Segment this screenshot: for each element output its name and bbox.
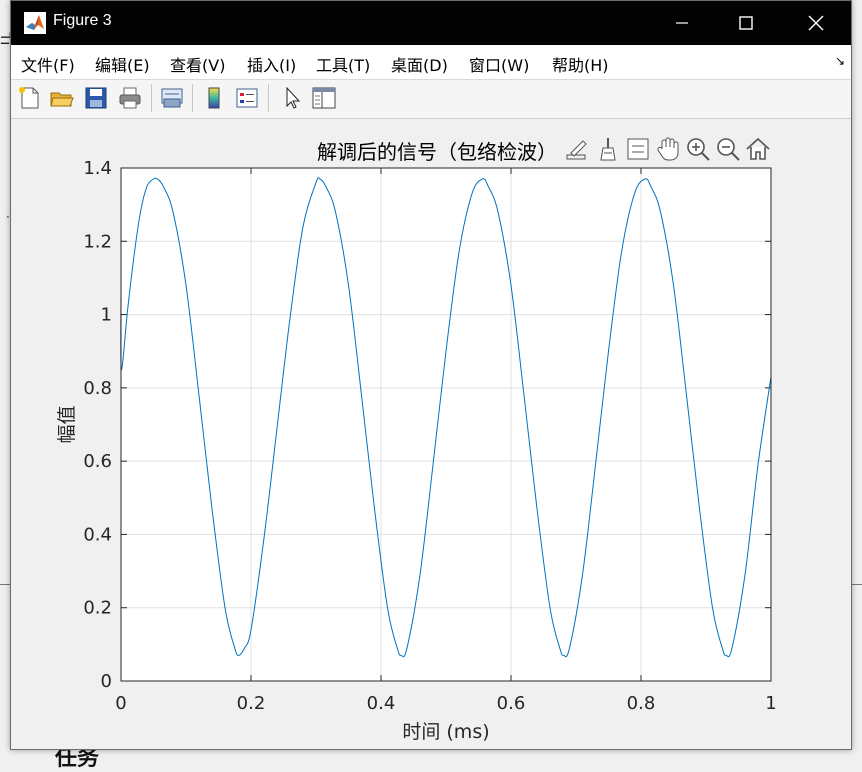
maximize-button[interactable] bbox=[723, 1, 769, 45]
brush-icon[interactable] bbox=[594, 135, 622, 163]
y-tick-label: 0.8 bbox=[83, 378, 112, 399]
menu-bar: 文件(F) 编辑(E) 查看(V) 插入(I) 工具(T) 桌面(D) 窗口(W… bbox=[11, 45, 851, 80]
plot-svg[interactable]: 0 0.2 0.4 0.6 0.8 1 0 0.2 0.4 0.6 0.8 1 1.2 1.4 解调后的… bbox=[11, 119, 851, 749]
close-icon bbox=[808, 15, 824, 31]
chart-title: 解调后的信号（包络检波） bbox=[317, 140, 557, 164]
menu-file[interactable]: 文件(F) bbox=[21, 52, 75, 76]
x-tick-label: 0.4 bbox=[367, 693, 396, 714]
menu-desktop[interactable]: 桌面(D) bbox=[391, 52, 448, 76]
pan-hand-icon[interactable] bbox=[654, 135, 682, 163]
window-title: Figure 3 bbox=[53, 12, 112, 29]
save-icon[interactable] bbox=[83, 85, 109, 111]
figure-toolbar bbox=[11, 80, 851, 119]
y-tick-label: 0.2 bbox=[83, 598, 112, 619]
axes-background[interactable] bbox=[121, 168, 771, 681]
x-tick-label: 0.8 bbox=[627, 693, 656, 714]
figure-window: Figure 3 文件(F) 编辑(E) 查看(V) 插入(I) 工具(T) 桌… bbox=[10, 0, 852, 750]
colorbar-icon[interactable] bbox=[201, 85, 227, 111]
x-tick-label: 0 bbox=[115, 693, 126, 714]
new-figure-icon[interactable] bbox=[16, 85, 42, 111]
print-icon[interactable] bbox=[117, 85, 143, 111]
x-tick-labels: 0 0.2 0.4 0.6 0.8 1 bbox=[115, 693, 776, 714]
title-bar[interactable]: Figure 3 bbox=[11, 1, 851, 45]
menu-edit[interactable]: 编辑(E) bbox=[95, 52, 150, 76]
x-tick-label: 1 bbox=[765, 693, 776, 714]
property-inspector-icon[interactable] bbox=[311, 85, 337, 111]
y-tick-label: 1.2 bbox=[83, 231, 112, 252]
open-file-icon[interactable] bbox=[49, 85, 75, 111]
y-tick-label: 0.4 bbox=[83, 524, 112, 545]
minimize-icon bbox=[676, 22, 688, 24]
close-button[interactable] bbox=[793, 1, 839, 45]
y-axis-label: 幅值 bbox=[56, 405, 78, 443]
y-tick-label: 1 bbox=[101, 305, 112, 326]
export-icon[interactable] bbox=[563, 135, 591, 163]
menu-overflow-icon[interactable]: ↘ bbox=[835, 54, 845, 68]
y-tick-label: 0.6 bbox=[83, 451, 112, 472]
toolbar-separator bbox=[268, 84, 269, 112]
y-tick-labels: 0 0.2 0.4 0.6 0.8 1 1.2 1.4 bbox=[83, 158, 112, 692]
edit-plot-pointer-icon[interactable] bbox=[279, 85, 305, 111]
y-tick-label: 0 bbox=[101, 671, 112, 692]
home-icon[interactable] bbox=[744, 135, 772, 163]
x-tick-label: 0.2 bbox=[237, 693, 266, 714]
link-plot-icon[interactable] bbox=[159, 85, 185, 111]
menu-help[interactable]: 帮助(H) bbox=[552, 52, 609, 76]
x-tick-label: 0.6 bbox=[497, 693, 526, 714]
figure-canvas[interactable]: 0 0.2 0.4 0.6 0.8 1 0 0.2 0.4 0.6 0.8 1 1.2 1.4 解调后的… bbox=[11, 119, 851, 749]
toolbar-separator bbox=[151, 84, 152, 112]
matlab-logo-icon bbox=[24, 12, 46, 34]
menu-tools[interactable]: 工具(T) bbox=[316, 52, 370, 76]
zoom-out-icon[interactable] bbox=[714, 135, 742, 163]
toolbar-separator bbox=[192, 84, 193, 112]
menu-insert[interactable]: 插入(I) bbox=[247, 52, 296, 76]
menu-window[interactable]: 窗口(W) bbox=[469, 52, 529, 76]
legend-icon[interactable] bbox=[234, 85, 260, 111]
x-axis-label: 时间 (ms) bbox=[402, 721, 489, 743]
menu-view[interactable]: 查看(V) bbox=[170, 52, 225, 76]
maximize-icon bbox=[739, 16, 753, 30]
data-tips-icon[interactable] bbox=[624, 135, 652, 163]
zoom-in-icon[interactable] bbox=[684, 135, 712, 163]
minimize-button[interactable] bbox=[659, 1, 705, 45]
y-tick-label: 1.4 bbox=[83, 158, 112, 179]
